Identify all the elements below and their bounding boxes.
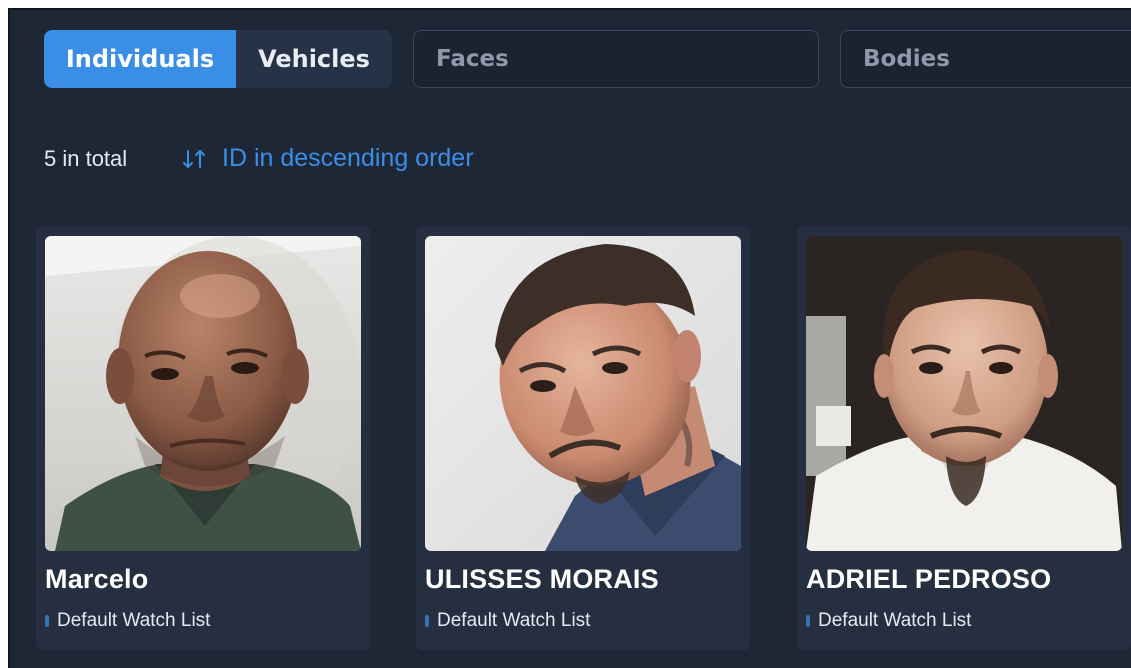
watch-list-name: Default Watch List <box>437 610 591 631</box>
sort-icon <box>183 149 205 168</box>
type-toggle: Individuals Vehicles <box>44 30 392 88</box>
person-name: Marcelo <box>45 564 149 594</box>
watch-list-label: Default Watch List <box>425 610 590 632</box>
faces-search-input[interactable] <box>413 30 819 88</box>
vehicles-tab[interactable]: Vehicles <box>236 30 392 88</box>
sort-label: ID in descending order <box>222 144 474 172</box>
bodies-search-input[interactable] <box>840 30 1131 88</box>
person-card[interactable]: ADRIEL PEDROSO Default Watch List <box>797 226 1131 650</box>
person-name: ULISSES MORAIS <box>425 564 659 594</box>
left-margin <box>0 0 8 668</box>
watch-list-label: Default Watch List <box>806 610 971 632</box>
watch-list-color-indicator <box>425 615 429 627</box>
watch-list-label: Default Watch List <box>45 610 210 632</box>
watch-list-name: Default Watch List <box>818 610 972 631</box>
person-name: ADRIEL PEDROSO <box>806 564 1052 594</box>
person-card[interactable]: Marcelo Default Watch List <box>36 226 370 650</box>
watch-list-color-indicator <box>806 615 810 627</box>
person-photo <box>806 236 1122 551</box>
watch-list-color-indicator <box>45 615 49 627</box>
top-margin <box>0 0 1131 8</box>
person-card[interactable]: ULISSES MORAIS Default Watch List <box>416 226 750 650</box>
person-photo <box>45 236 361 551</box>
person-photo <box>425 236 741 551</box>
watch-list-name: Default Watch List <box>57 610 211 631</box>
individuals-tab[interactable]: Individuals <box>44 30 236 88</box>
total-count: 5 in total <box>44 146 128 171</box>
sort-button[interactable]: ID in descending order <box>180 144 474 173</box>
